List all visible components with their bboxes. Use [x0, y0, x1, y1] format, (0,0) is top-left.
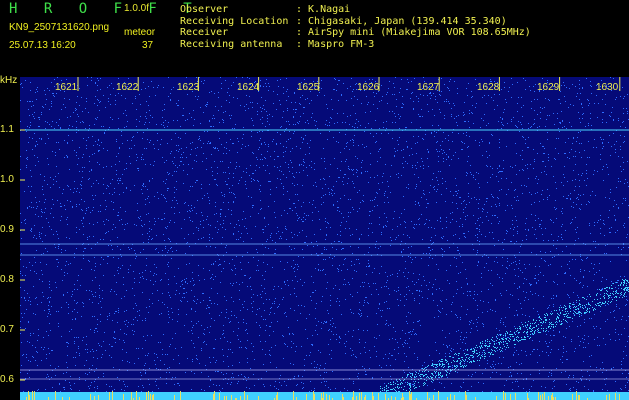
info-value: : Maspro FM-3	[296, 38, 375, 50]
frequency-unit-label: kHz	[0, 75, 18, 86]
x-tick-label: 1629	[537, 82, 560, 93]
x-tick-label: 1622	[116, 82, 139, 93]
y-tick-label: 0.6	[0, 374, 14, 385]
y-tick-label: 1.1	[0, 124, 14, 135]
spectrogram-view[interactable]	[20, 77, 629, 400]
x-tick-label: 1627	[417, 82, 440, 93]
info-label: Receiving antenna	[180, 38, 283, 50]
info-value: : Chigasaki, Japan (139.414 35.340)	[296, 15, 507, 27]
x-tick-label: 1624	[237, 82, 260, 93]
app-logo: H R O F F T	[9, 1, 201, 17]
x-tick-label: 1625	[297, 82, 320, 93]
info-row-observer: Observer : K.Nagai	[180, 4, 531, 16]
x-tick-label: 1621	[55, 82, 78, 93]
observation-info: Observer : K.Nagai Receiving Location : Ch…	[180, 4, 531, 50]
info-row-antenna: Receiving antenna : Maspro FM-3	[180, 39, 531, 51]
spectrogram-canvas[interactable]	[20, 77, 629, 400]
info-row-location: Receiving Location : Chigasaki, Japan (13…	[180, 16, 531, 28]
meteor-label: meteor	[124, 27, 156, 38]
info-row-receiver: Receiver : AirSpy mini (Miakejima VOR 108…	[180, 27, 531, 39]
app-version: 1.0.0f	[124, 3, 150, 14]
file-name: KN9_2507131620.png	[9, 22, 110, 33]
y-tick-label: 0.8	[0, 274, 14, 285]
y-tick-label: 0.9	[0, 224, 14, 235]
y-tick-label: 0.7	[0, 324, 14, 335]
meteor-count: 37	[142, 40, 154, 51]
observation-datetime: 25.07.13 16:20	[9, 40, 76, 51]
info-value: : AirSpy mini (Miakejima VOR 108.65MHz)	[296, 27, 531, 38]
bottom-signal-band	[20, 392, 629, 400]
x-tick-label: 1626	[357, 82, 380, 93]
y-tick-label: 1.0	[0, 174, 14, 185]
info-value: : K.Nagai	[296, 4, 351, 15]
header-panel: H R O F F T 1.0.0f KN9_2507131620.png me…	[0, 0, 629, 74]
noise-texture	[20, 77, 629, 400]
x-tick-label: 1630	[596, 82, 619, 93]
x-tick-label: 1628	[477, 82, 500, 93]
info-label: Observer	[180, 4, 229, 15]
doppler-trace	[380, 279, 629, 400]
info-label: Receiving Location	[180, 15, 289, 27]
x-tick-label: 1623	[177, 82, 200, 93]
info-label: Receiver	[180, 27, 229, 38]
